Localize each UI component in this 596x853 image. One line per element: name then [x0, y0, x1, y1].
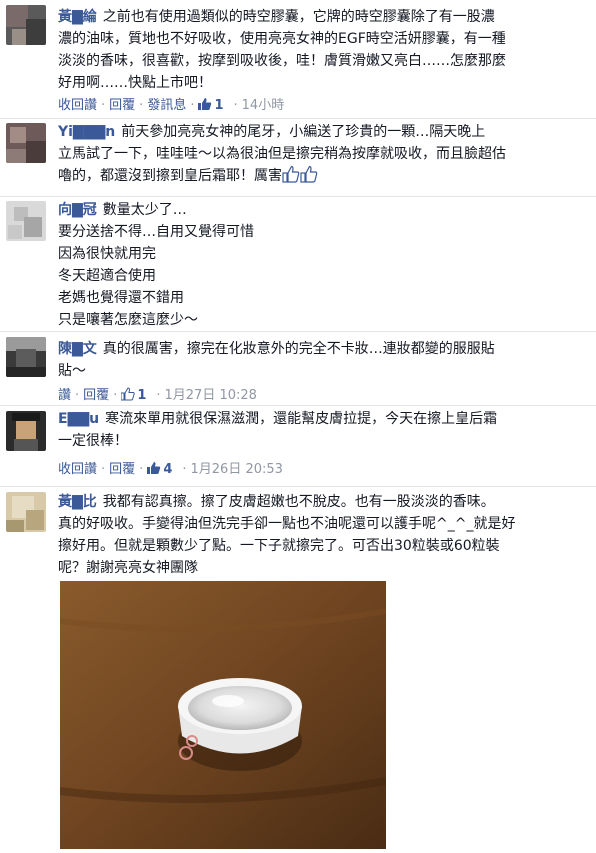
comment-line: 冬天超適合使用 [58, 268, 156, 284]
comment-actions: 收回讚 · 回覆 · 4 · 1月26日 20:53 [58, 462, 283, 477]
avatar[interactable] [6, 411, 46, 451]
comment-list: 黃▇綸 之前也有使用過類似的時空膠囊，它牌的時空膠囊除了有一股濃 濃的油味，質地也… [0, 0, 596, 849]
comment-line: 只是嚷著怎麼這麼少～ [58, 312, 198, 328]
thumbs-up-icon [147, 462, 161, 474]
commenter-name[interactable]: 黃▇綸 [58, 9, 97, 25]
thumbs-up-emoticon-icon [282, 165, 300, 183]
comment-line: 擦好用。但就是顆數少了點。一下子就擦完了。可否出30粒裝或60粒裝 [58, 538, 500, 554]
comment-text: 向▇冠 數量太少了… 要分送捨不得…自用又覺得可惜 因為很快就用完 冬天超適合使用… [58, 199, 584, 331]
comment-4: 陳▇文 真的很厲害，擦完在化妝意外的完全不卡妝…連妝都變的服服貼 貼～ 讚 · 回覆 ·… [0, 332, 596, 406]
comment-line: 淡淡的香味，很喜歡，按摩到吸收後，哇！膚質滑嫩又亮白……怎麼那麼 [58, 53, 506, 69]
avatar[interactable] [6, 5, 46, 45]
comment-line: 貼～ [58, 363, 86, 379]
commenter-name[interactable]: 向▇冠 [58, 202, 97, 218]
avatar[interactable] [6, 337, 46, 377]
comment-text: 陳▇文 真的很厲害，擦完在化妝意外的完全不卡妝…連妝都變的服服貼 貼～ [58, 338, 584, 382]
comment-line: 好用啊……快點上市吧！ [58, 75, 212, 91]
avatar[interactable] [6, 201, 46, 241]
attached-photo[interactable] [59, 581, 387, 849]
timestamp[interactable]: 1月26日 20:53 [191, 462, 283, 477]
timestamp[interactable]: 1月27日 10:28 [165, 388, 257, 403]
comment-line: 真的好吸收。手變得油但洗完手卻一點也不油呢還可以護手呢^_^_就是好 [58, 516, 516, 532]
message-link[interactable]: 發訊息 [147, 98, 186, 113]
unlike-link[interactable]: 收回讚 [58, 98, 97, 113]
comment-line: 真的很厲害，擦完在化妝意外的完全不卡妝…連妝都變的服服貼 [102, 341, 495, 357]
like-count[interactable]: 1 [137, 388, 146, 403]
reply-link[interactable]: 回覆 [83, 388, 109, 403]
comment-text: Yi▇▇▇n 前天參加亮亮女神的尾牙，小編送了珍貴的一顆…隔天晚上 立馬試了一下，… [58, 121, 584, 187]
comment-line: 嚕的，都還沒到擦到皇后霜耶！厲害 [58, 168, 282, 184]
comment-line: 我都有認真擦。擦了皮膚超嫩也不脫皮。也有一股淡淡的香味。 [102, 494, 495, 510]
comment-text: 黃▇綸 之前也有使用過類似的時空膠囊，它牌的時空膠囊除了有一股濃 濃的油味，質地也… [58, 6, 584, 94]
comment-line: 數量太少了… [102, 202, 187, 218]
commenter-name[interactable]: 陳▇文 [58, 341, 97, 357]
commenter-name[interactable]: Yi▇▇▇n [58, 124, 115, 140]
comment-actions: 讚 · 回覆 · 1 · 1月27日 10:28 [58, 387, 257, 403]
thumbs-up-icon [121, 387, 135, 401]
comment-2: Yi▇▇▇n 前天參加亮亮女神的尾牙，小編送了珍貴的一顆…隔天晚上 立馬試了一下，… [0, 119, 596, 197]
comment-5: E▇▇u 寒流來單用就很保濕滋潤，還能幫皮膚拉提，今天在擦上皇后霜 一定很棒！ 收… [0, 406, 596, 487]
comment-line: 之前也有使用過類似的時空膠囊，它牌的時空膠囊除了有一股濃 [102, 9, 495, 25]
comment-line: 前天參加亮亮女神的尾牙，小編送了珍貴的一顆…隔天晚上 [121, 124, 486, 140]
comment-line: 呢？謝謝亮亮女神團隊 [58, 560, 198, 576]
comment-line: 寒流來單用就很保濕滋潤，還能幫皮膚拉提，今天在擦上皇后霜 [105, 411, 498, 427]
comment-1: 黃▇綸 之前也有使用過類似的時空膠囊，它牌的時空膠囊除了有一股濃 濃的油味，質地也… [0, 0, 596, 119]
comment-3: 向▇冠 數量太少了… 要分送捨不得…自用又覺得可惜 因為很快就用完 冬天超適合使用… [0, 197, 596, 332]
thumbs-up-emoticon-icon [300, 165, 318, 183]
timestamp[interactable]: 14小時 [242, 98, 285, 113]
comment-6: 黃▇比 我都有認真擦。擦了皮膚超嫩也不脫皮。也有一股淡淡的香味。 真的好吸收。手變… [0, 487, 596, 849]
comment-actions: 收回讚 · 回覆 · 發訊息 · 1 · 14小時 [58, 98, 285, 113]
comment-line: 立馬試了一下，哇哇哇～以為很油但是擦完稍為按摩就吸收，而且臉超估 [58, 146, 506, 162]
comment-line: 因為很快就用完 [58, 246, 156, 262]
commenter-name[interactable]: E▇▇u [58, 411, 99, 427]
unlike-link[interactable]: 收回讚 [58, 462, 97, 477]
comment-line: 濃的油味，質地也不好吸收，使用亮亮女神的EGF時空活妍膠囊，有一種 [58, 31, 506, 47]
thumbs-up-icon [198, 98, 212, 110]
comment-line: 要分送捨不得…自用又覺得可惜 [58, 224, 254, 240]
avatar[interactable] [6, 492, 46, 532]
avatar[interactable] [6, 123, 46, 163]
like-count[interactable]: 1 [214, 98, 223, 113]
commenter-name[interactable]: 黃▇比 [58, 494, 97, 510]
like-count[interactable]: 4 [163, 462, 172, 477]
comment-line: 一定很棒！ [58, 433, 128, 449]
comment-text: 黃▇比 我都有認真擦。擦了皮膚超嫩也不脫皮。也有一股淡淡的香味。 真的好吸收。手變… [58, 491, 584, 579]
like-link[interactable]: 讚 [58, 388, 71, 403]
comment-text: E▇▇u 寒流來單用就很保濕滋潤，還能幫皮膚拉提，今天在擦上皇后霜 一定很棒！ [58, 408, 584, 452]
reply-link[interactable]: 回覆 [109, 462, 135, 477]
comment-line: 老媽也覺得還不錯用 [58, 290, 184, 306]
reply-link[interactable]: 回覆 [109, 98, 135, 113]
